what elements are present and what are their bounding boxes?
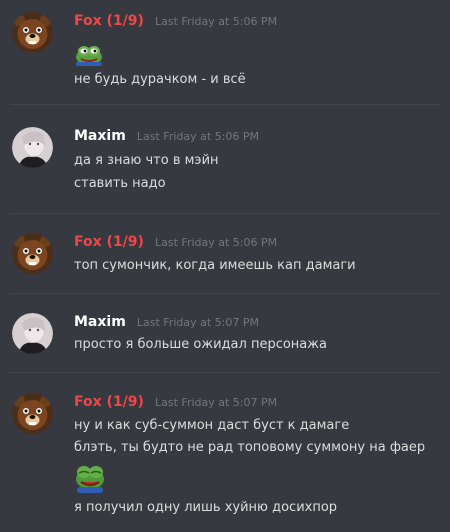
message-header: Fox (1/9) Last Friday at 5:06 PM: [74, 10, 277, 29]
message-text: ну и как суб-суммон даст буст к дамаге: [74, 418, 350, 433]
timestamp: Last Friday at 5:06 PM: [136, 130, 260, 143]
message-text: блэть, ты будто не рад топовому суммону …: [74, 440, 426, 455]
message-text: не будь дурачком - и всё: [74, 72, 246, 87]
chat-messages: Fox (1/9) Last Friday at 5:06 PM не будь…: [0, 0, 450, 532]
pepe-frog-emoji: [74, 42, 104, 70]
message-text: да я знаю что в мэйн: [74, 153, 219, 168]
bear-avatar[interactable]: [12, 233, 53, 274]
bear-avatar[interactable]: [12, 393, 53, 434]
message-text: я получил одну лишь хуйню досихпор: [74, 500, 338, 515]
message-text: топ сумончик, когда имеешь кап дамаги: [74, 258, 356, 273]
message-divider: [10, 293, 440, 294]
user-photo-avatar[interactable]: [12, 127, 53, 168]
timestamp: Last Friday at 5:07 PM: [155, 396, 278, 409]
message-text: ставить надо: [74, 176, 166, 191]
username[interactable]: Fox (1/9): [74, 234, 144, 250]
message-text: просто я больше ожидал персонажа: [74, 337, 327, 352]
username[interactable]: Fox (1/9): [74, 13, 144, 29]
message-divider: [10, 372, 440, 373]
message-header: Fox (1/9) Last Friday at 5:07 PM: [74, 391, 277, 410]
message-header: Maxim Last Friday at 5:06 PM: [74, 125, 259, 144]
user-photo-avatar[interactable]: [12, 313, 53, 354]
username[interactable]: Maxim: [74, 128, 126, 144]
message-divider: [10, 213, 440, 214]
timestamp: Last Friday at 5:06 PM: [155, 236, 278, 249]
username[interactable]: Fox (1/9): [74, 394, 144, 410]
timestamp: Last Friday at 5:06 PM: [155, 15, 278, 28]
bear-avatar[interactable]: [12, 12, 53, 53]
timestamp: Last Friday at 5:07 PM: [136, 316, 260, 329]
username[interactable]: Maxim: [74, 314, 126, 330]
message-header: Maxim Last Friday at 5:07 PM: [74, 311, 259, 330]
pepe-frog-emoji: [74, 461, 106, 497]
message-divider: [10, 104, 440, 105]
message-header: Fox (1/9) Last Friday at 5:06 PM: [74, 231, 277, 250]
